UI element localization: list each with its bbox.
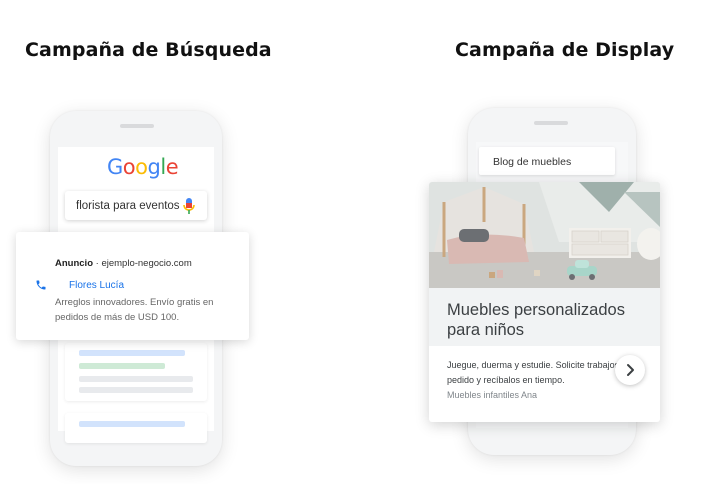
ad-body-text: Juegue, duerma y estudie. Solicite traba… (447, 360, 627, 385)
ad-brand: Muebles infantiles Ana (447, 390, 538, 400)
mic-icon[interactable] (182, 197, 196, 215)
result-card-placeholder (65, 343, 207, 401)
logo-letter: G (107, 155, 123, 179)
skeleton-line (79, 350, 185, 356)
google-logo: Google (107, 155, 179, 179)
display-ad-card[interactable]: Muebles personalizados para niños Juegue… (429, 182, 660, 422)
result-card-placeholder (65, 413, 207, 443)
logo-letter: o (122, 155, 136, 179)
ad-domain[interactable]: ejemplo-negocio.com (101, 258, 191, 269)
chevron-right-icon (627, 364, 634, 376)
next-button[interactable] (615, 355, 645, 385)
logo-letter: e (165, 155, 179, 179)
url-text: Blog de muebles (493, 156, 572, 168)
phone-speaker (120, 124, 154, 128)
search-input[interactable]: florista para eventos (65, 191, 207, 220)
skeleton-line (79, 376, 193, 382)
ad-badge: Anuncio (55, 258, 93, 269)
search-query: florista para eventos (76, 200, 180, 212)
url-bar[interactable]: Blog de muebles (479, 147, 615, 175)
ad-headline[interactable]: Muebles personalizados para niños (447, 300, 647, 340)
skeleton-line (79, 421, 185, 427)
ad-description: Arreglos innovadores. Envío gratis en pe… (55, 297, 214, 323)
skeleton-line (79, 363, 165, 369)
ad-business-name[interactable]: Flores Lucía (69, 280, 124, 291)
skeleton-line (79, 387, 193, 393)
nursery-image (429, 182, 660, 288)
logo-letter: g (147, 155, 161, 179)
ad-header: Anuncio · ejemplo-negocio.com (55, 258, 192, 269)
phone-icon[interactable] (35, 279, 47, 291)
search-campaign-title: Campaña de Búsqueda (25, 39, 272, 61)
search-ad-card[interactable]: Anuncio · ejemplo-negocio.com Flores Luc… (16, 232, 249, 340)
phone-speaker (534, 121, 568, 125)
display-campaign-title: Campaña de Display (455, 39, 675, 61)
logo-letter: o (135, 155, 148, 179)
